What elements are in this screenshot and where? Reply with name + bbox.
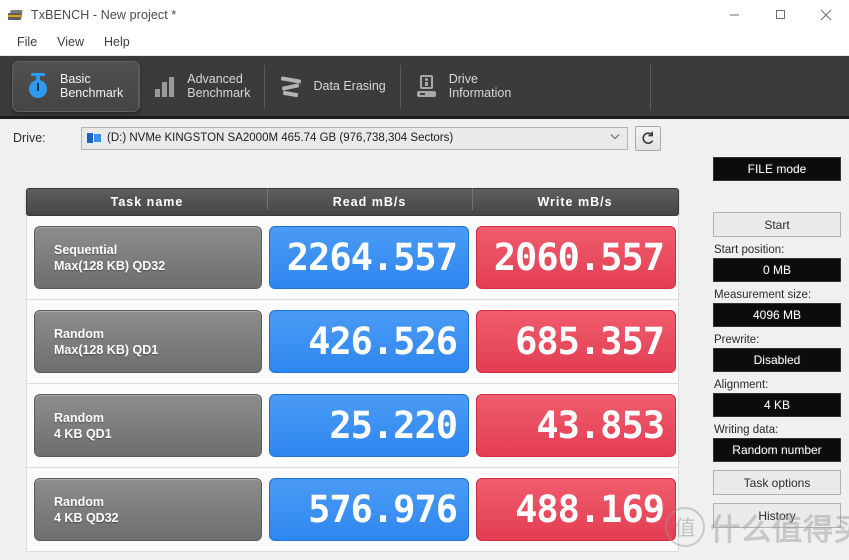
task-name-line1: Random xyxy=(54,410,104,425)
menu-item-help[interactable]: Help xyxy=(94,32,140,53)
tab-basic-benchmark-line1: Basic xyxy=(60,71,91,86)
task-name-line1: Random xyxy=(54,494,104,509)
history-button[interactable]: History xyxy=(713,503,841,528)
tab-basic-benchmark-line2: Benchmark xyxy=(60,86,124,100)
benchmark-results-table: Task name Read mB/s Write mB/s Sequentia… xyxy=(26,188,679,552)
refresh-icon[interactable] xyxy=(635,125,661,151)
table-row[interactable]: Sequential Max(128 KB) QD32 2264.557 206… xyxy=(26,216,679,300)
table-header-row: Task name Read mB/s Write mB/s xyxy=(26,188,679,216)
task-name-cell[interactable]: Random 4 KB QD32 xyxy=(34,478,262,541)
task-name-line2: Max(128 KB) QD32 xyxy=(54,258,166,273)
main-content: Task name Read mB/s Write mB/s Sequentia… xyxy=(0,157,849,560)
tab-drive-information-line2: Information xyxy=(448,86,512,100)
read-value-cell: 2264.557 xyxy=(269,226,469,289)
chevron-down-icon xyxy=(610,134,620,143)
txbench-app-icon xyxy=(8,7,24,23)
tab-advanced-benchmark[interactable]: Advanced Benchmark xyxy=(138,61,266,112)
task-options-button[interactable]: Task options xyxy=(713,470,841,495)
menu-item-file[interactable]: File xyxy=(7,32,47,53)
drive-label: Drive: xyxy=(13,131,46,145)
tab-advanced-benchmark-line2: Benchmark xyxy=(187,86,251,100)
drive-select-value: (D:) NVMe KINGSTON SA2000M 465.74 GB (97… xyxy=(107,132,454,144)
menu-bar: File View Help xyxy=(0,29,849,56)
table-row[interactable]: Random 4 KB QD32 576.976 488.169 xyxy=(26,468,679,552)
column-header-write: Write mB/s xyxy=(472,188,678,210)
prewrite-label: Prewrite: xyxy=(714,334,760,346)
writing-data-label: Writing data: xyxy=(714,424,779,436)
tab-data-erasing-line1: Data Erasing xyxy=(313,78,386,93)
writing-data-value[interactable]: Random number xyxy=(713,438,841,462)
table-row[interactable]: Random 4 KB QD1 25.220 43.853 xyxy=(26,384,679,468)
close-icon[interactable] xyxy=(803,0,849,29)
task-name-line1: Random xyxy=(54,326,104,341)
task-name-line2: 4 KB QD32 xyxy=(54,510,119,525)
tab-drive-information-line1: Drive xyxy=(448,71,478,86)
start-position-label: Start position: xyxy=(714,244,785,256)
window-controls xyxy=(711,0,849,29)
bar-chart-icon xyxy=(152,71,178,101)
menu-item-view[interactable]: View xyxy=(47,32,94,53)
minimize-icon[interactable] xyxy=(711,0,757,29)
maximize-icon[interactable] xyxy=(757,0,803,29)
task-name-line2: 4 KB QD1 xyxy=(54,426,112,441)
task-name-cell[interactable]: Random 4 KB QD1 xyxy=(34,394,262,457)
read-value-cell: 426.526 xyxy=(269,310,469,373)
start-position-value[interactable]: 0 MB xyxy=(713,258,841,282)
start-button[interactable]: Start xyxy=(713,212,841,237)
zigzag-erase-icon xyxy=(278,71,304,101)
tab-basic-benchmark[interactable]: Basic Benchmark xyxy=(12,60,141,112)
measurement-size-label: Measurement size: xyxy=(714,289,812,301)
task-name-line1: Sequential xyxy=(54,242,118,257)
tab-data-erasing[interactable]: Data Erasing xyxy=(264,61,401,112)
alignment-value[interactable]: 4 KB xyxy=(713,393,841,417)
alignment-label: Alignment: xyxy=(714,379,769,391)
measurement-size-value[interactable]: 4096 MB xyxy=(713,303,841,327)
prewrite-value[interactable]: Disabled xyxy=(713,348,841,372)
hard-disk-icon xyxy=(87,132,102,145)
stopwatch-icon xyxy=(25,71,51,101)
write-value-cell: 685.357 xyxy=(476,310,676,373)
column-header-read: Read mB/s xyxy=(267,188,472,210)
tab-strip: Basic Benchmark Advanced Benchmark Data … xyxy=(0,56,849,119)
column-header-task-name: Task name xyxy=(110,195,184,209)
settings-sidebar: FILE mode Start Start position: 0 MB Mea… xyxy=(713,157,843,528)
file-mode-button[interactable]: FILE mode xyxy=(713,157,841,181)
task-name-line2: Max(128 KB) QD1 xyxy=(54,342,159,357)
drive-icon xyxy=(414,71,440,101)
drive-selector-row: Drive: (D:) NVMe KINGSTON SA2000M 465.74… xyxy=(0,119,849,157)
write-value-cell: 43.853 xyxy=(476,394,676,457)
tab-advanced-benchmark-line1: Advanced xyxy=(187,71,243,86)
task-name-cell[interactable]: Random Max(128 KB) QD1 xyxy=(34,310,262,373)
read-value-cell: 25.220 xyxy=(269,394,469,457)
write-value-cell: 488.169 xyxy=(476,478,676,541)
read-value-cell: 576.976 xyxy=(269,478,469,541)
write-value-cell: 2060.557 xyxy=(476,226,676,289)
tab-strip-divider xyxy=(650,64,651,110)
window-title: TxBENCH - New project * xyxy=(31,7,177,22)
drive-select[interactable]: (D:) NVMe KINGSTON SA2000M 465.74 GB (97… xyxy=(81,126,628,150)
tab-drive-information[interactable]: Drive Information xyxy=(399,61,528,112)
task-name-cell[interactable]: Sequential Max(128 KB) QD32 xyxy=(34,226,262,289)
title-bar: TxBENCH - New project * xyxy=(0,0,849,29)
table-row[interactable]: Random Max(128 KB) QD1 426.526 685.357 xyxy=(26,300,679,384)
